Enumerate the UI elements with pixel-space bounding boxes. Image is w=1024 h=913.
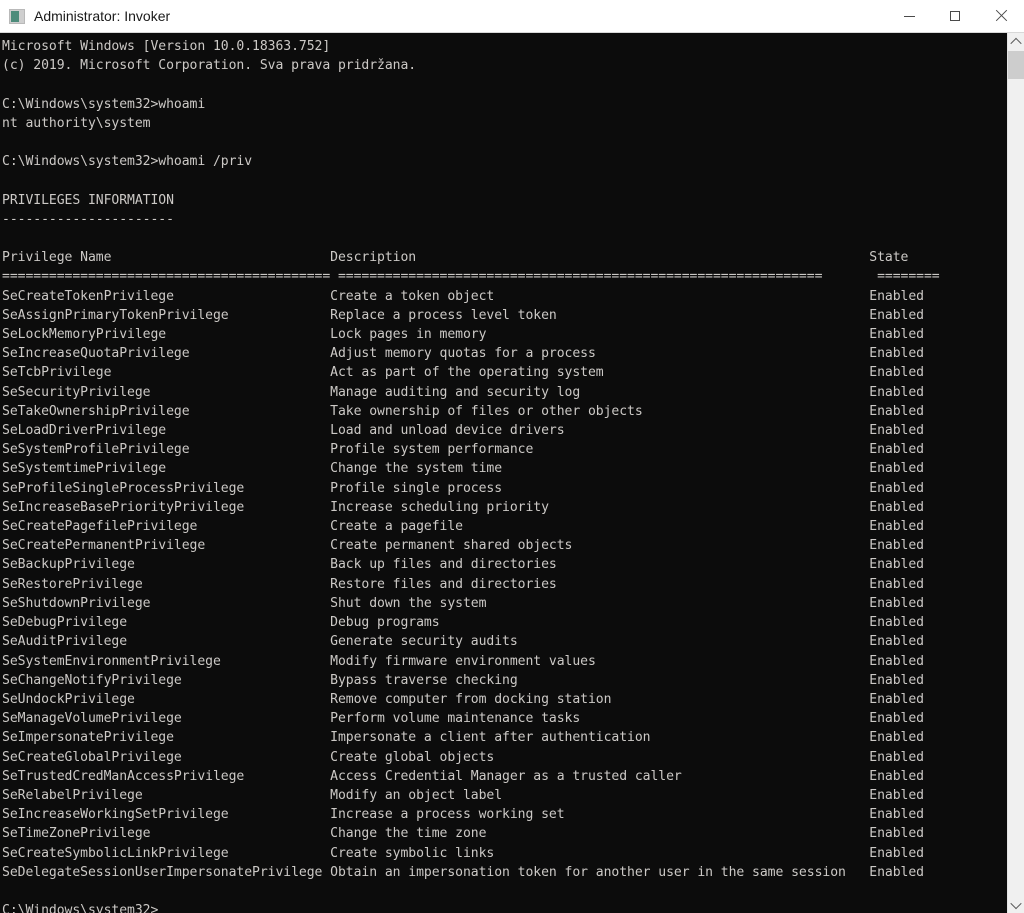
console-window: Administrator: Invoker Microsoft Windows…	[0, 0, 1024, 913]
console-text: Microsoft Windows [Version 10.0.18363.75…	[2, 39, 940, 913]
minimize-button[interactable]	[886, 0, 932, 33]
window-title: Administrator: Invoker	[34, 8, 171, 24]
close-icon	[995, 10, 1007, 22]
console-output-area[interactable]: Microsoft Windows [Version 10.0.18363.75…	[0, 33, 1007, 913]
maximize-button[interactable]	[932, 0, 978, 33]
chevron-up-icon	[1010, 37, 1022, 49]
scroll-up-button[interactable]	[1008, 33, 1024, 50]
maximize-icon	[950, 11, 960, 21]
scrollbar-thumb[interactable]	[1008, 51, 1024, 79]
close-button[interactable]	[978, 0, 1024, 33]
window-controls	[886, 0, 1024, 33]
chevron-down-icon	[1010, 897, 1022, 909]
title-bar[interactable]: Administrator: Invoker	[0, 0, 1024, 33]
title-bar-left: Administrator: Invoker	[0, 8, 886, 24]
console-icon	[9, 8, 25, 24]
scroll-down-button[interactable]	[1008, 896, 1024, 913]
minimize-icon	[903, 15, 915, 17]
vertical-scrollbar[interactable]	[1007, 33, 1024, 913]
